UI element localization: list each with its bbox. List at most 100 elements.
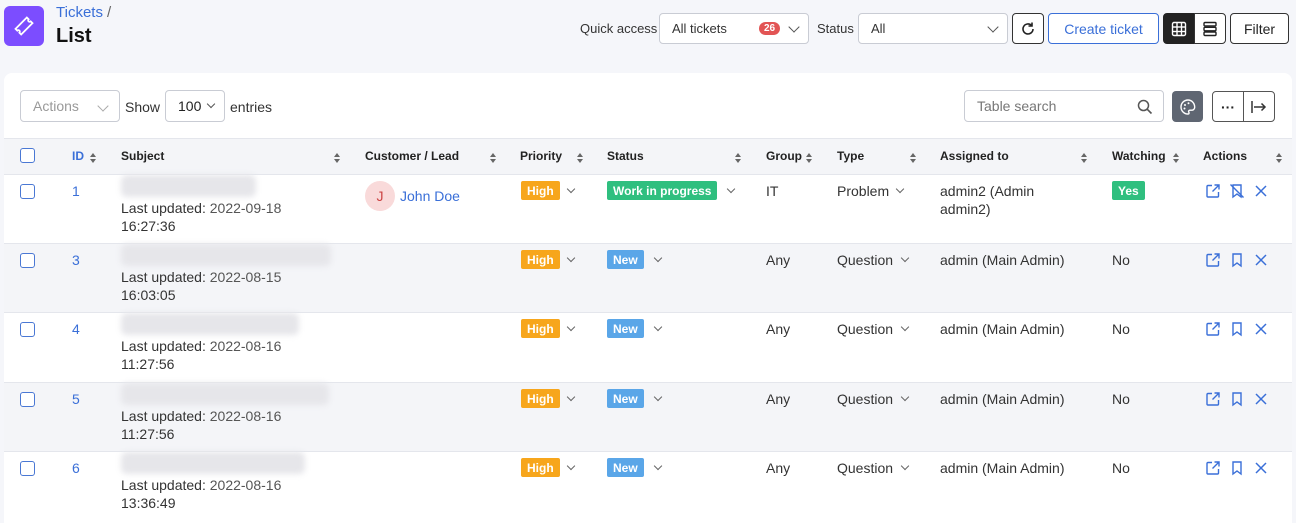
subject-blurred[interactable] — [121, 175, 256, 197]
breadcrumb-tickets[interactable]: Tickets — [56, 4, 103, 21]
status-badge[interactable]: New — [607, 250, 644, 269]
delete-icon[interactable] — [1253, 460, 1269, 476]
sort-icon[interactable] — [735, 153, 742, 163]
delete-icon[interactable] — [1253, 321, 1269, 337]
bulk-actions-select[interactable]: Actions — [20, 90, 120, 122]
open-icon[interactable] — [1205, 391, 1221, 407]
table-header — [4, 138, 1292, 174]
sort-icon[interactable] — [806, 153, 813, 163]
open-icon[interactable] — [1205, 183, 1221, 199]
ticket-id-link[interactable]: 4 — [72, 320, 80, 338]
delete-icon[interactable] — [1253, 183, 1269, 199]
column-header-priority[interactable]: Priority — [520, 149, 562, 163]
priority-badge[interactable]: High — [521, 250, 560, 269]
row-checkbox[interactable] — [20, 392, 35, 407]
column-header-status[interactable]: Status — [607, 149, 644, 163]
show-label: Show — [125, 99, 161, 115]
refresh-button[interactable] — [1012, 13, 1044, 44]
quick-access-select[interactable]: All tickets 26 — [659, 13, 809, 44]
sort-icon[interactable] — [577, 153, 584, 163]
type-value[interactable]: Question — [837, 251, 893, 269]
app-logo[interactable] — [4, 6, 44, 46]
sort-icon[interactable] — [1173, 153, 1180, 163]
status-badge[interactable]: New — [607, 389, 644, 408]
export-button[interactable] — [1243, 91, 1275, 122]
more-options-button[interactable]: ··· — [1212, 91, 1244, 122]
status-badge[interactable]: Work in progress — [607, 181, 718, 200]
column-header-subject[interactable]: Subject — [121, 149, 164, 163]
column-header-id[interactable]: ID — [72, 149, 84, 163]
open-icon[interactable] — [1205, 460, 1221, 476]
column-header-assigned[interactable]: Assigned to — [940, 149, 1009, 163]
palette-icon — [1179, 98, 1195, 115]
subject-blurred[interactable] — [121, 244, 331, 266]
type-value[interactable]: Question — [837, 459, 893, 477]
status-badge[interactable]: New — [607, 458, 644, 477]
assigned-to-value-line2: admin2) — [940, 201, 991, 217]
subject-blurred[interactable] — [121, 452, 305, 474]
export-icon — [1251, 100, 1267, 113]
ticket-id-link[interactable]: 1 — [72, 182, 80, 200]
column-header-type[interactable]: Type — [837, 149, 864, 163]
last-updated-label: Last updated: — [121, 200, 206, 216]
row-checkbox[interactable] — [20, 253, 35, 268]
color-scheme-button[interactable] — [1172, 91, 1203, 122]
sort-icon[interactable] — [490, 153, 497, 163]
bookmark-icon[interactable] — [1229, 252, 1245, 268]
type-value[interactable]: Question — [837, 390, 893, 408]
filter-button[interactable]: Filter — [1230, 13, 1289, 44]
open-icon[interactable] — [1205, 321, 1221, 337]
open-icon[interactable] — [1205, 252, 1221, 268]
bookmark-icon[interactable] — [1229, 460, 1245, 476]
list-view-button[interactable] — [1194, 13, 1226, 44]
select-all-checkbox[interactable] — [20, 148, 35, 163]
avatar: J — [365, 181, 395, 211]
sort-icon[interactable] — [1276, 153, 1283, 163]
sort-icon[interactable] — [90, 153, 97, 163]
entries-select[interactable]: 100 — [165, 90, 225, 122]
sort-icon[interactable] — [334, 153, 341, 163]
ticket-id-link[interactable]: 5 — [72, 390, 80, 408]
priority-badge[interactable]: High — [521, 389, 560, 408]
status-filter-select[interactable]: All — [858, 13, 1008, 44]
column-header-actions: Actions — [1203, 149, 1248, 163]
type-value[interactable]: Problem — [837, 182, 889, 200]
row-checkbox[interactable] — [20, 184, 35, 199]
last-updated-label: Last updated: — [121, 408, 206, 424]
delete-icon[interactable] — [1253, 391, 1269, 407]
watching-value: No — [1112, 321, 1130, 337]
column-header-group[interactable]: Group — [766, 149, 802, 163]
chevron-down-icon — [788, 21, 800, 33]
sort-icon[interactable] — [910, 153, 917, 163]
priority-badge[interactable]: High — [521, 181, 560, 200]
priority-badge[interactable]: High — [521, 458, 560, 477]
entries-value: 100 — [178, 98, 202, 114]
column-header-customer[interactable]: Customer / Lead — [365, 149, 459, 163]
table-search-input[interactable]: Table search — [964, 90, 1164, 122]
status-badge[interactable]: New — [607, 319, 644, 338]
ticket-id-link[interactable]: 6 — [72, 459, 80, 477]
row-checkbox[interactable] — [20, 322, 35, 337]
subject-blurred[interactable] — [121, 313, 299, 335]
grid-view-icon — [1171, 21, 1187, 36]
sort-icon[interactable] — [1081, 153, 1088, 163]
row-checkbox[interactable] — [20, 461, 35, 476]
delete-icon[interactable] — [1253, 252, 1269, 268]
chevron-down-icon — [97, 100, 109, 112]
bulk-actions-label: Actions — [33, 98, 79, 114]
bookmark-icon[interactable] — [1229, 391, 1245, 407]
quick-access-label: Quick access — [580, 21, 658, 36]
priority-badge[interactable]: High — [521, 319, 560, 338]
quick-access-value: All tickets — [672, 21, 727, 36]
customer-link[interactable]: John Doe — [400, 187, 460, 205]
unwatch-icon[interactable] — [1229, 183, 1245, 199]
last-updated-label: Last updated: — [121, 338, 206, 354]
subject-blurred[interactable] — [121, 383, 329, 405]
last-updated-date: 2022-08-16 — [209, 338, 282, 354]
create-ticket-button[interactable]: Create ticket — [1048, 13, 1159, 44]
bookmark-icon[interactable] — [1229, 321, 1245, 337]
column-header-watching[interactable]: Watching — [1112, 149, 1166, 163]
ticket-id-link[interactable]: 3 — [72, 251, 80, 269]
type-value[interactable]: Question — [837, 320, 893, 338]
grid-view-button[interactable] — [1163, 13, 1195, 44]
